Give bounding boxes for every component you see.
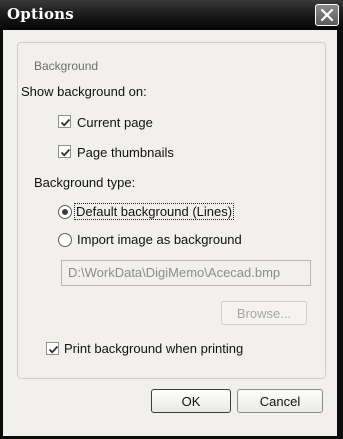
checkmark-icon [48, 345, 59, 354]
page-thumbnails-label[interactable]: Page thumbnails [77, 145, 174, 160]
default-background-radio[interactable] [58, 205, 72, 219]
cancel-button[interactable]: Cancel [237, 389, 323, 413]
browse-button[interactable]: Browse... [221, 301, 307, 325]
options-dialog: Options Background Show background on: C… [0, 0, 343, 439]
close-icon [320, 8, 334, 22]
checkmark-icon [60, 148, 71, 157]
print-background-checkbox[interactable] [46, 342, 59, 355]
background-type-label: Background type: [34, 175, 136, 190]
print-background-label[interactable]: Print background when printing [64, 341, 243, 356]
radio-selected-dot [62, 209, 68, 215]
background-group-legend: Background [31, 59, 102, 73]
default-background-label[interactable]: Default background (Lines) [74, 203, 235, 220]
ok-button[interactable]: OK [151, 389, 231, 413]
import-image-label[interactable]: Import image as background [77, 232, 242, 247]
title-bar[interactable]: Options [0, 0, 343, 30]
close-button[interactable] [315, 4, 339, 26]
dialog-title: Options [7, 5, 74, 23]
current-page-label[interactable]: Current page [77, 115, 153, 130]
current-page-checkbox[interactable] [58, 115, 71, 128]
image-path-field[interactable]: D:\WorkData\DigiMemo\Acecad.bmp [61, 260, 311, 286]
import-image-radio[interactable] [58, 233, 72, 247]
show-background-on-label: Show background on: [21, 84, 147, 99]
page-thumbnails-checkbox[interactable] [58, 145, 71, 158]
checkmark-icon [60, 118, 71, 127]
